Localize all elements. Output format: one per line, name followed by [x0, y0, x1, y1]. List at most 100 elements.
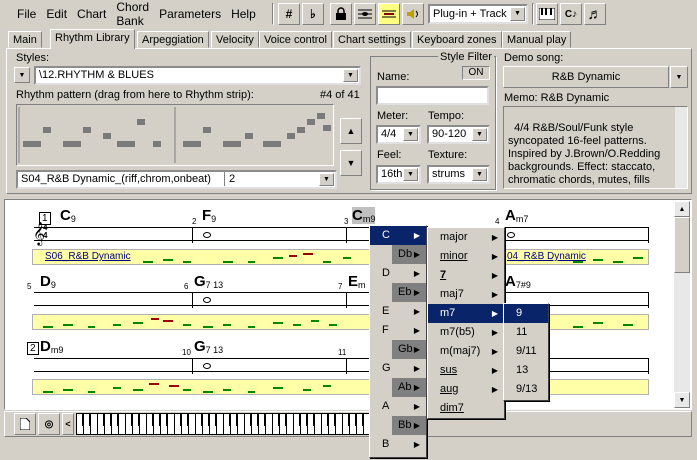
menu-item-root[interactable]: Gb ▶: [392, 340, 426, 359]
chart-scrollbar[interactable]: ▲ ▼: [674, 201, 690, 408]
strip-icon[interactable]: [378, 3, 400, 25]
menu-item-type[interactable]: aug ▶: [428, 380, 504, 399]
menu-chart[interactable]: Chart: [77, 7, 106, 21]
tab-main[interactable]: Main: [8, 31, 42, 48]
speaker-icon[interactable]: [402, 3, 424, 25]
scroll-down-icon[interactable]: ▼: [674, 392, 690, 408]
chevron-down-icon[interactable]: ▼: [403, 168, 418, 181]
menu-item-type[interactable]: 7 ▶: [428, 266, 504, 285]
styles-menu-button[interactable]: ▼: [14, 67, 30, 83]
sharp-button[interactable]: #: [278, 3, 300, 25]
tab-velocity[interactable]: Velocity: [211, 31, 259, 48]
scroll-up-icon[interactable]: ▲: [674, 201, 690, 217]
tab-arpeggiation[interactable]: Arpeggiation: [137, 31, 209, 48]
staff-line[interactable]: [34, 227, 649, 241]
rhythm-strip[interactable]: S06_R&B Dynamic 04_R&B Dynamic: [32, 249, 649, 265]
tab-manual-play[interactable]: Manual play: [502, 31, 572, 48]
chord-symbol[interactable]: Am7: [505, 207, 528, 224]
chord-symbol-selected[interactable]: Cm9: [352, 207, 376, 224]
staff-line[interactable]: [34, 358, 649, 372]
menu-item-type-selected[interactable]: m7 ▶: [428, 304, 504, 323]
lock-icon[interactable]: [330, 3, 352, 25]
tab-voice-control[interactable]: Voice control: [259, 31, 332, 48]
staff-line[interactable]: [34, 292, 649, 306]
mode-select[interactable]: Plug-in + Track ▼: [428, 4, 528, 24]
chevron-down-icon[interactable]: ▼: [319, 173, 334, 186]
name-filter-input[interactable]: [376, 86, 489, 105]
menu-item-root[interactable]: C ▶: [370, 226, 426, 245]
chord-symbol[interactable]: C9: [60, 207, 76, 224]
menu-item-extension-selected[interactable]: 9: [504, 304, 548, 323]
menu-edit[interactable]: Edit: [46, 7, 67, 21]
menu-item-type[interactable]: maj7 ▶: [428, 285, 504, 304]
record-icon[interactable]: ◎: [38, 413, 60, 435]
menu-item-root[interactable]: F ▶: [370, 321, 426, 340]
tab-rhythm-library[interactable]: Rhythm Library: [50, 29, 135, 49]
menu-item-extension[interactable]: 9/13: [504, 380, 548, 399]
menu-item-root[interactable]: A ▶: [370, 397, 426, 416]
menu-item-root[interactable]: Eb ▶: [392, 283, 426, 302]
keyboard-icon[interactable]: [536, 3, 558, 25]
menu-file[interactable]: File: [17, 7, 36, 21]
notes-icon[interactable]: ♬: [584, 3, 606, 25]
filter-on-toggle[interactable]: ON: [462, 66, 490, 80]
menu-item-root[interactable]: B ▶: [370, 435, 426, 454]
piano-white-key[interactable]: [287, 414, 294, 434]
menu-item-extension[interactable]: 11: [504, 323, 548, 342]
menu-item-type[interactable]: minor ▶: [428, 247, 504, 266]
chord-symbol[interactable]: G7 13: [194, 338, 223, 355]
pattern-up-button[interactable]: ▲: [340, 118, 362, 144]
pattern-down-button[interactable]: ▼: [340, 150, 362, 176]
menu-item-type[interactable]: dim7: [428, 399, 504, 418]
menu-item-root[interactable]: Db ▶: [392, 245, 426, 264]
chord-symbol[interactable]: A7#9: [505, 273, 531, 290]
chevron-down-icon[interactable]: ▼: [510, 7, 525, 21]
menu-help[interactable]: Help: [231, 7, 256, 21]
scroll-thumb[interactable]: [674, 217, 690, 273]
texture-select[interactable]: strums ▼: [427, 165, 490, 184]
styles-select[interactable]: \12.RHYTHM & BLUES ▼: [34, 66, 361, 85]
menu-item-extension[interactable]: 13: [504, 361, 548, 380]
piano-white-key[interactable]: [266, 414, 273, 434]
menu-item-type[interactable]: m(maj7) ▶: [428, 342, 504, 361]
memo-scrollbar[interactable]: [675, 107, 687, 188]
staff-icon[interactable]: [354, 3, 376, 25]
pattern-select[interactable]: S04_R&B Dynamic_(riff,chrom,onbeat) 2 ▼: [16, 170, 337, 189]
chevron-down-icon[interactable]: ▼: [472, 168, 487, 181]
menu-item-type[interactable]: sus ▶: [428, 361, 504, 380]
chord-symbol[interactable]: G7 13: [194, 273, 223, 290]
piano-white-key[interactable]: [168, 414, 175, 434]
piano-white-key[interactable]: [140, 414, 147, 434]
piano-white-key[interactable]: [238, 414, 245, 434]
rhythm-strip[interactable]: [32, 379, 649, 395]
scroll-left-icon[interactable]: <: [62, 413, 74, 435]
piano-white-key[interactable]: [119, 414, 126, 434]
menu-item-type[interactable]: m7(b5) ▶: [428, 323, 504, 342]
chevron-down-icon[interactable]: ▼: [343, 69, 358, 82]
menu-item-root[interactable]: D ▶: [370, 264, 426, 283]
piano-white-key[interactable]: [336, 414, 343, 434]
menu-item-root[interactable]: Ab ▶: [392, 378, 426, 397]
chord-symbol[interactable]: Dm9: [40, 338, 63, 355]
menu-item-extension[interactable]: 9/11: [504, 342, 548, 361]
rhythm-pattern-view[interactable]: [16, 104, 334, 166]
chord-symbol[interactable]: Em: [348, 273, 366, 290]
chevron-down-icon[interactable]: ▼: [472, 128, 487, 141]
tab-keyboard-zones[interactable]: Keyboard zones: [412, 31, 502, 48]
tab-chart-settings[interactable]: Chart settings: [333, 31, 411, 48]
meter-select[interactable]: 4/4 ▼: [376, 125, 421, 144]
new-page-icon[interactable]: [14, 413, 36, 435]
demo-song-dropdown[interactable]: ▼: [670, 66, 688, 88]
chevron-down-icon[interactable]: ▼: [403, 128, 418, 141]
menu-item-root[interactable]: E ▶: [370, 302, 426, 321]
chord-name-button[interactable]: C♪: [560, 3, 582, 25]
flat-button[interactable]: ♭: [302, 3, 324, 25]
piano-white-key[interactable]: [217, 414, 224, 434]
piano-white-key[interactable]: [91, 414, 98, 434]
tempo-select[interactable]: 90-120 ▼: [427, 125, 490, 144]
piano-white-key[interactable]: [189, 414, 196, 434]
demo-song-button[interactable]: R&B Dynamic: [503, 66, 669, 88]
menu-item-root[interactable]: G ▶: [370, 359, 426, 378]
chord-symbol[interactable]: D9: [40, 273, 56, 290]
menu-item-type[interactable]: major ▶: [428, 228, 504, 247]
